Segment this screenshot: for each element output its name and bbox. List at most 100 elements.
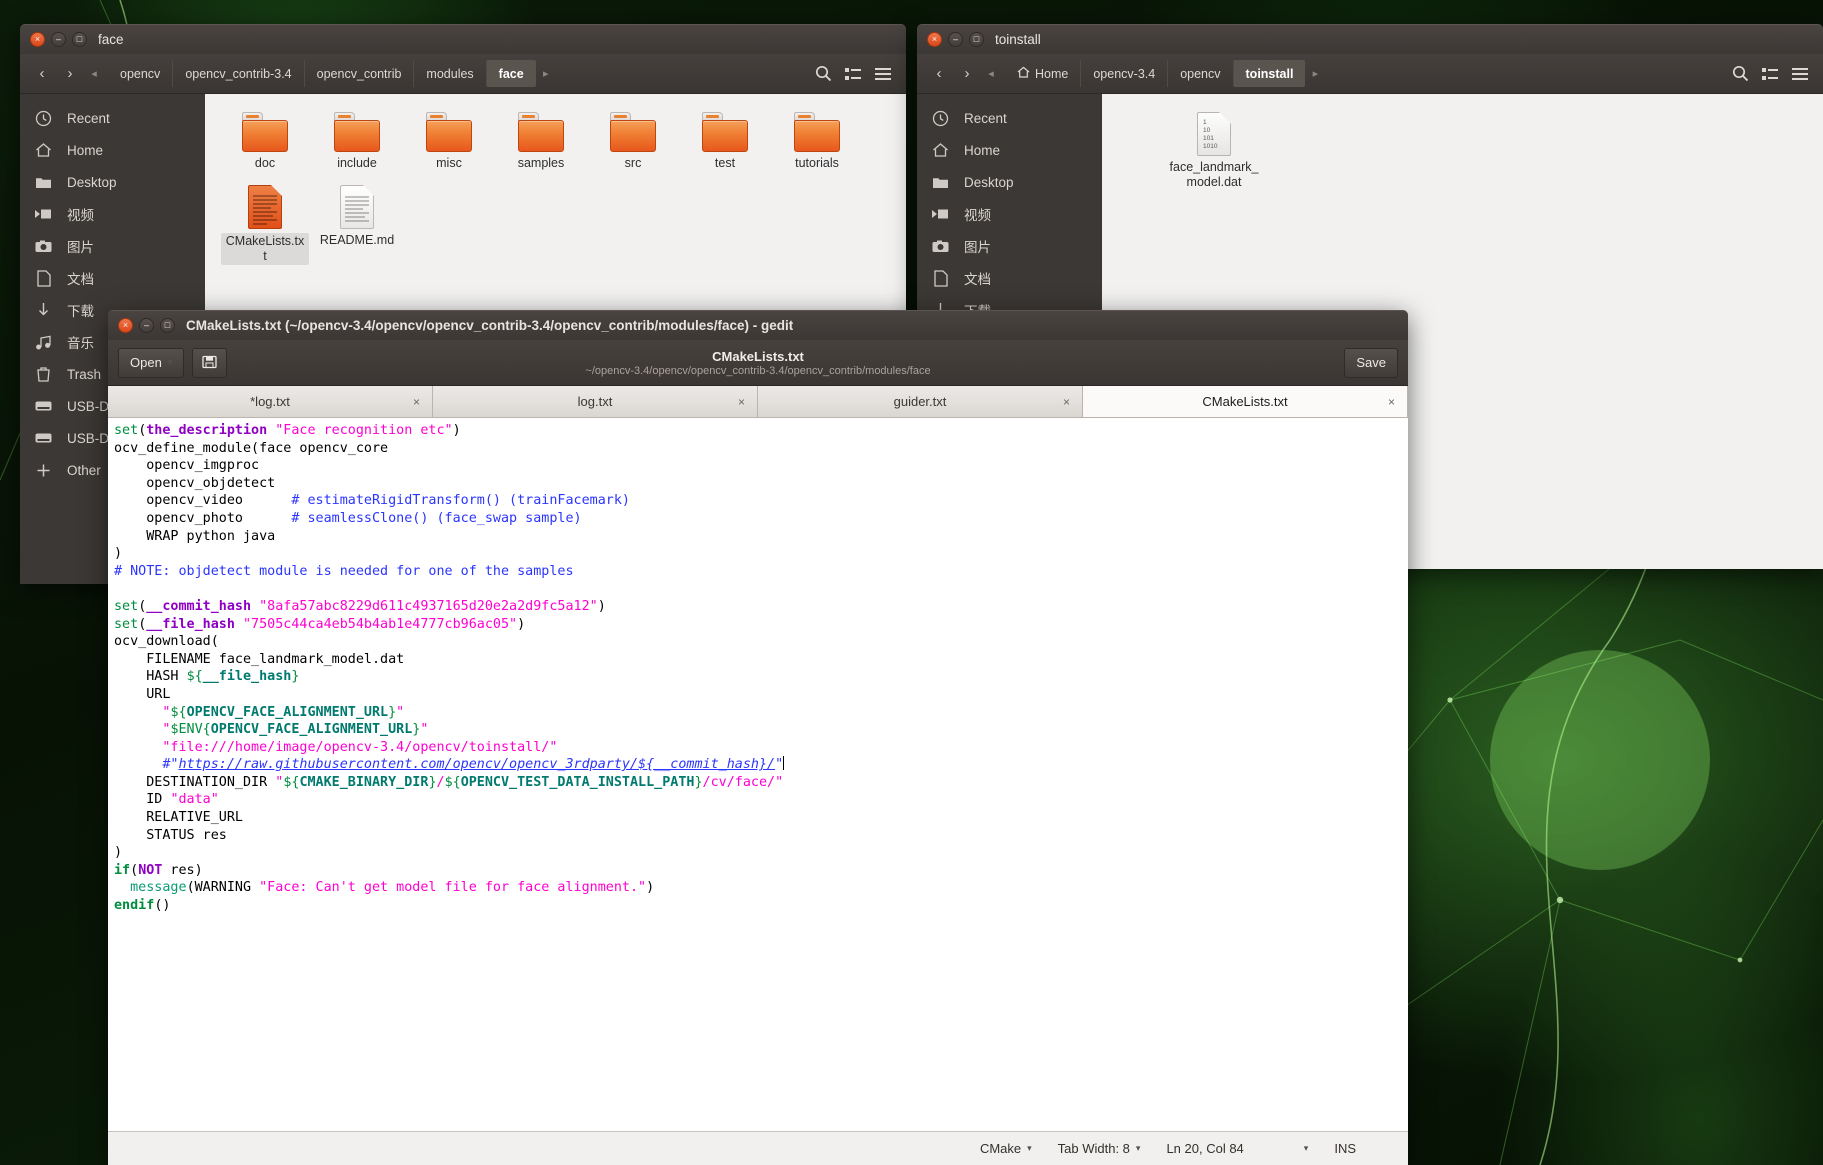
sidebar-item-videos[interactable]: 视频 xyxy=(917,198,1102,230)
code-line: ocv_define_module(face opencv_core xyxy=(114,440,389,456)
tab-label: CMakeLists.txt xyxy=(1202,394,1288,409)
breadcrumb-item-opencv-34[interactable]: opencv-3.4 xyxy=(1080,60,1167,87)
sidebar-item-pictures[interactable]: 图片 xyxy=(20,230,205,262)
close-icon[interactable]: × xyxy=(738,395,745,409)
forward-button[interactable]: › xyxy=(953,61,981,87)
file-item-face-landmark-model[interactable]: 1 10 101 1010 face_landmark_model.dat xyxy=(1164,106,1264,194)
breadcrumb-item-opencv[interactable]: opencv xyxy=(108,60,172,87)
file-item-folder[interactable]: src xyxy=(587,106,679,175)
close-button[interactable]: × xyxy=(927,32,942,47)
window-title: face xyxy=(98,32,124,47)
view-list-icon[interactable] xyxy=(838,61,868,87)
menu-icon[interactable] xyxy=(1785,61,1815,87)
search-icon[interactable] xyxy=(1725,61,1755,87)
breadcrumb-item-opencv[interactable]: opencv xyxy=(1167,60,1232,87)
sidebar-item-desktop[interactable]: Desktop xyxy=(20,166,205,198)
titlebar[interactable]: × – □ CMakeLists.txt (~/opencv-3.4/openc… xyxy=(108,310,1408,340)
back-button[interactable]: ‹ xyxy=(28,61,56,87)
maximize-button[interactable]: □ xyxy=(72,32,87,47)
code-line: # NOTE: objdetect module is needed for o… xyxy=(114,563,574,579)
close-icon[interactable]: × xyxy=(413,395,420,409)
save-button[interactable]: Save xyxy=(1344,347,1398,378)
back-button[interactable]: ‹ xyxy=(925,61,953,87)
titlebar[interactable]: × – □ face xyxy=(20,24,906,54)
gedit-headerbar[interactable]: Open ▾ CMakeLists.txt ~/opencv-3.4/openc… xyxy=(108,340,1408,386)
window-title: CMakeLists.txt (~/opencv-3.4/opencv/open… xyxy=(186,318,794,333)
document-tabs[interactable]: *log.txt × log.txt × guider.txt × CMakeL… xyxy=(108,386,1408,418)
home-icon xyxy=(931,142,950,158)
sidebar-item-home[interactable]: Home xyxy=(917,134,1102,166)
sidebar-item-label: 图片 xyxy=(964,240,991,255)
home-icon xyxy=(34,142,53,158)
code-line: opencv_photo # seamlessClone() (face_swa… xyxy=(114,510,582,526)
tab-cmakelists[interactable]: CMakeLists.txt × xyxy=(1083,386,1408,417)
breadcrumb-scroll-right-icon[interactable]: ▸ xyxy=(536,61,556,87)
folder-icon xyxy=(518,112,564,152)
file-name: src xyxy=(624,156,642,170)
menu-icon[interactable] xyxy=(868,61,898,87)
code-line: #"https://raw.githubusercontent.com/open… xyxy=(162,756,785,773)
breadcrumb[interactable]: Home opencv-3.4 opencv toinstall xyxy=(1005,60,1306,87)
maximize-button[interactable]: □ xyxy=(969,32,984,47)
breadcrumb-item-face[interactable]: face xyxy=(485,60,536,87)
forward-button[interactable]: › xyxy=(56,61,84,87)
sidebar-item-pictures[interactable]: 图片 xyxy=(917,230,1102,262)
sidebar-item-recent[interactable]: Recent xyxy=(917,102,1102,134)
sidebar-item-recent[interactable]: Recent xyxy=(20,102,205,134)
open-button[interactable]: Open ▾ xyxy=(118,347,185,378)
view-list-icon[interactable] xyxy=(1755,61,1785,87)
tab-log[interactable]: log.txt × xyxy=(433,386,758,417)
sidebar-item-home[interactable]: Home xyxy=(20,134,205,166)
code-line: ID "data" xyxy=(114,792,219,808)
minimize-button[interactable]: – xyxy=(948,32,963,47)
language-selector[interactable]: CMake ▾ xyxy=(980,1141,1032,1156)
breadcrumb-scroll-right-icon[interactable]: ▸ xyxy=(1305,61,1325,87)
close-icon[interactable]: × xyxy=(1063,395,1070,409)
code-editor-area[interactable]: set(the_description "Face recognition et… xyxy=(108,418,1408,1131)
file-item-folder[interactable]: include xyxy=(311,106,403,175)
sidebar-item-documents[interactable]: 文档 xyxy=(917,262,1102,294)
gedit-window[interactable]: × – □ CMakeLists.txt (~/opencv-3.4/openc… xyxy=(108,310,1408,1165)
minimize-button[interactable]: – xyxy=(139,318,154,333)
breadcrumb-scroll-left-icon[interactable]: ◂ xyxy=(84,61,104,87)
sidebar-item-label: Other xyxy=(67,462,101,478)
maximize-button[interactable]: □ xyxy=(160,318,175,333)
cursor-position[interactable]: Ln 20, Col 84 ▾ xyxy=(1166,1141,1308,1156)
tab-log-modified[interactable]: *log.txt × xyxy=(108,386,433,417)
file-item-readme[interactable]: README.md xyxy=(311,179,403,269)
toolbar[interactable]: ‹ › ◂ opencv opencv_contrib-3.4 opencv_c… xyxy=(20,54,906,94)
titlebar[interactable]: × – □ toinstall xyxy=(917,24,1823,54)
breadcrumb-item-opencv-contrib-34[interactable]: opencv_contrib-3.4 xyxy=(172,60,303,87)
sidebar-item-desktop[interactable]: Desktop xyxy=(917,166,1102,198)
save-as-button[interactable] xyxy=(192,347,228,378)
breadcrumb-scroll-left-icon[interactable]: ◂ xyxy=(981,61,1001,87)
breadcrumb-item-toinstall[interactable]: toinstall xyxy=(1232,60,1306,87)
tab-guider[interactable]: guider.txt × xyxy=(758,386,1083,417)
breadcrumb-item-opencv-contrib[interactable]: opencv_contrib xyxy=(303,60,414,87)
breadcrumb-item-home[interactable]: Home xyxy=(1005,60,1080,87)
file-item-cmakelists[interactable]: CMakeLists.txt xyxy=(219,179,311,269)
breadcrumb-item-modules[interactable]: modules xyxy=(413,60,485,87)
sidebar-item-label: 文档 xyxy=(67,272,94,287)
file-item-folder[interactable]: doc xyxy=(219,106,311,175)
file-item-folder[interactable]: tutorials xyxy=(771,106,863,175)
folder-icon xyxy=(794,112,840,152)
sidebar-item-documents[interactable]: 文档 xyxy=(20,262,205,294)
toolbar[interactable]: ‹ › ◂ Home opencv-3.4 opencv toinstall ▸ xyxy=(917,54,1823,94)
header-document-path: ~/opencv-3.4/opencv/opencv_contrib-3.4/o… xyxy=(585,364,931,377)
folder-icon xyxy=(334,112,380,152)
breadcrumb[interactable]: opencv opencv_contrib-3.4 opencv_contrib… xyxy=(108,60,536,87)
minimize-button[interactable]: – xyxy=(51,32,66,47)
file-item-folder[interactable]: misc xyxy=(403,106,495,175)
file-item-folder[interactable]: test xyxy=(679,106,771,175)
close-button[interactable]: × xyxy=(118,318,133,333)
search-icon[interactable] xyxy=(808,61,838,87)
statusbar[interactable]: CMake ▾ Tab Width: 8 ▾ Ln 20, Col 84 ▾ I… xyxy=(108,1131,1408,1165)
tab-width-selector[interactable]: Tab Width: 8 ▾ xyxy=(1058,1141,1141,1156)
home-icon xyxy=(1017,66,1030,81)
file-item-folder[interactable]: samples xyxy=(495,106,587,175)
sidebar-item-videos[interactable]: 视频 xyxy=(20,198,205,230)
close-icon[interactable]: × xyxy=(1388,395,1395,409)
sidebar-item-label: 音乐 xyxy=(67,336,94,351)
close-button[interactable]: × xyxy=(30,32,45,47)
